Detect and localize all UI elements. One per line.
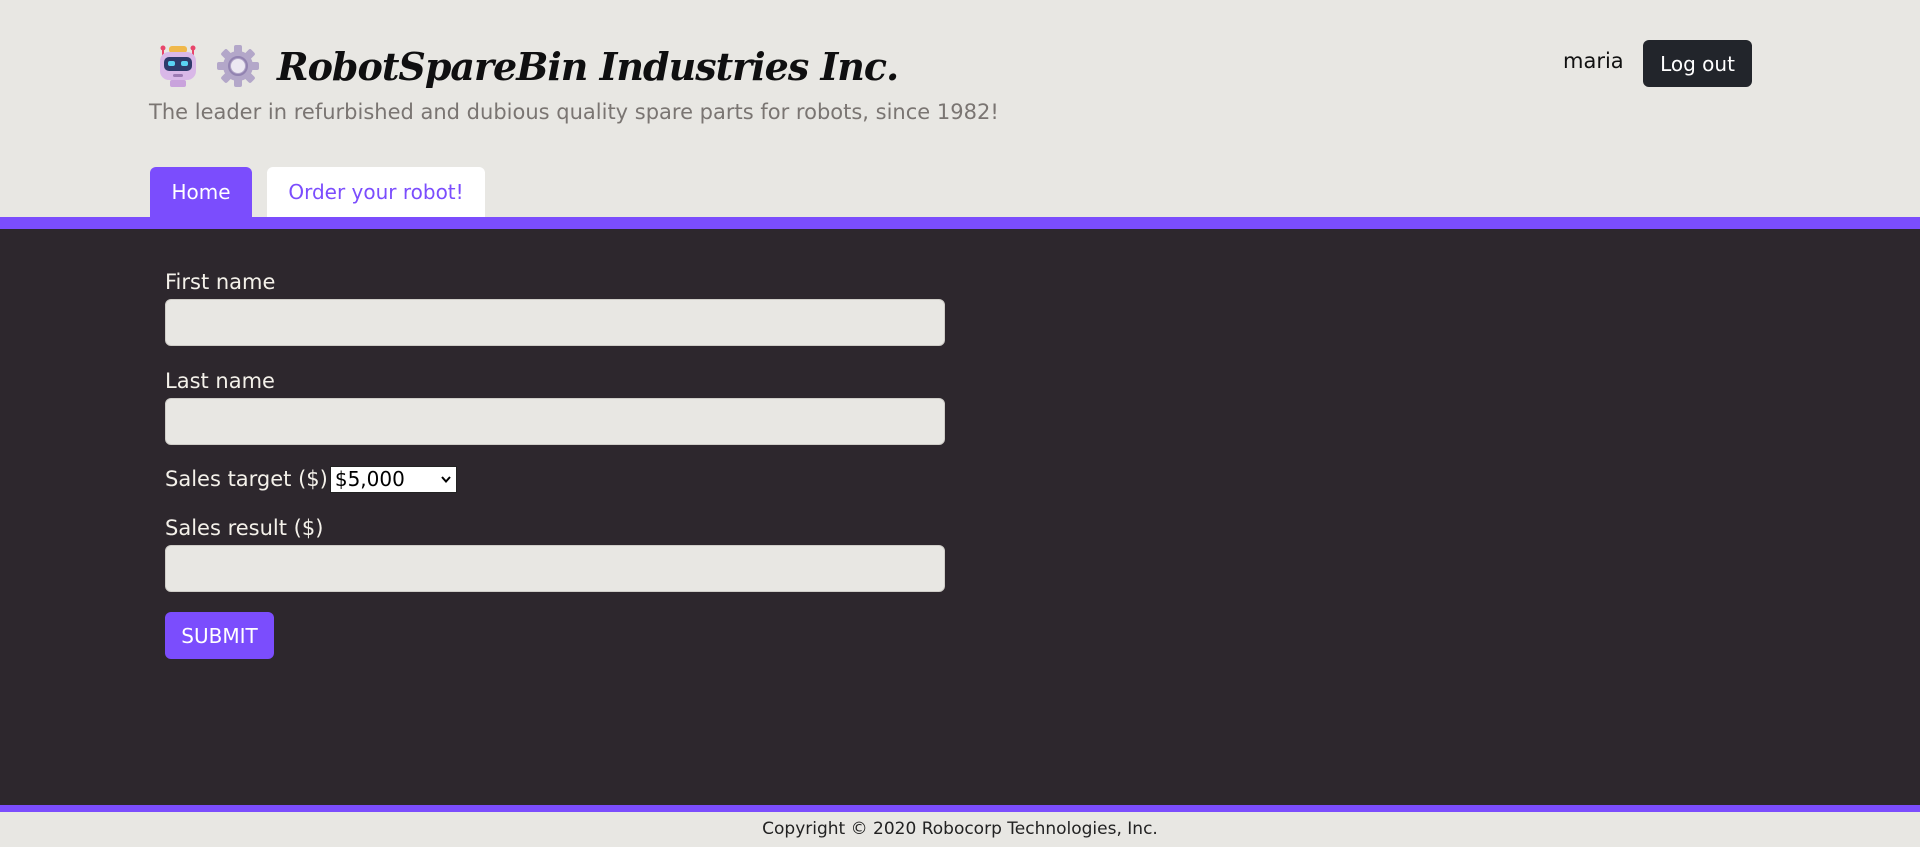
chevron-down-icon [441, 476, 451, 484]
site-tagline: The leader in refurbished and dubious qu… [149, 100, 999, 124]
main-content: First name Last name Sales target ($) $5… [0, 229, 1920, 805]
username: maria [1563, 49, 1624, 73]
last-name-field[interactable] [165, 398, 945, 445]
logout-button[interactable]: Log out [1643, 40, 1752, 87]
site-title: RobotSpareBin Industries Inc. [277, 43, 899, 89]
sales-target-row: Sales target ($) $5,000 [165, 465, 945, 493]
sales-form: First name Last name Sales target ($) $5… [165, 269, 945, 659]
copyright-text: Copyright © 2020 Robocorp Technologies, … [762, 819, 1158, 839]
site-footer: Copyright © 2020 Robocorp Technologies, … [0, 812, 1920, 847]
sales-target-select[interactable]: $5,000 [329, 465, 457, 493]
tab-home[interactable]: Home [150, 167, 252, 217]
robot-icon [160, 45, 196, 87]
site-header: RobotSpareBin Industries Inc. The leader… [0, 0, 1920, 217]
tab-order-robot[interactable]: Order your robot! [267, 167, 485, 217]
first-name-label: First name [165, 270, 276, 294]
sales-result-label: Sales result ($) [165, 516, 324, 540]
footer-divider [0, 805, 1920, 812]
sales-target-label: Sales target ($) [165, 467, 328, 491]
sales-result-field[interactable] [165, 545, 945, 592]
sales-target-value: $5,000 [334, 467, 405, 491]
first-name-field[interactable] [165, 299, 945, 346]
last-name-label: Last name [165, 369, 275, 393]
nav-tabs: Home Order your robot! [150, 167, 500, 217]
gear-icon [217, 45, 259, 87]
submit-button[interactable]: SUBMIT [165, 612, 274, 659]
brand: RobotSpareBin Industries Inc. [155, 40, 899, 92]
header-divider [0, 217, 1920, 229]
